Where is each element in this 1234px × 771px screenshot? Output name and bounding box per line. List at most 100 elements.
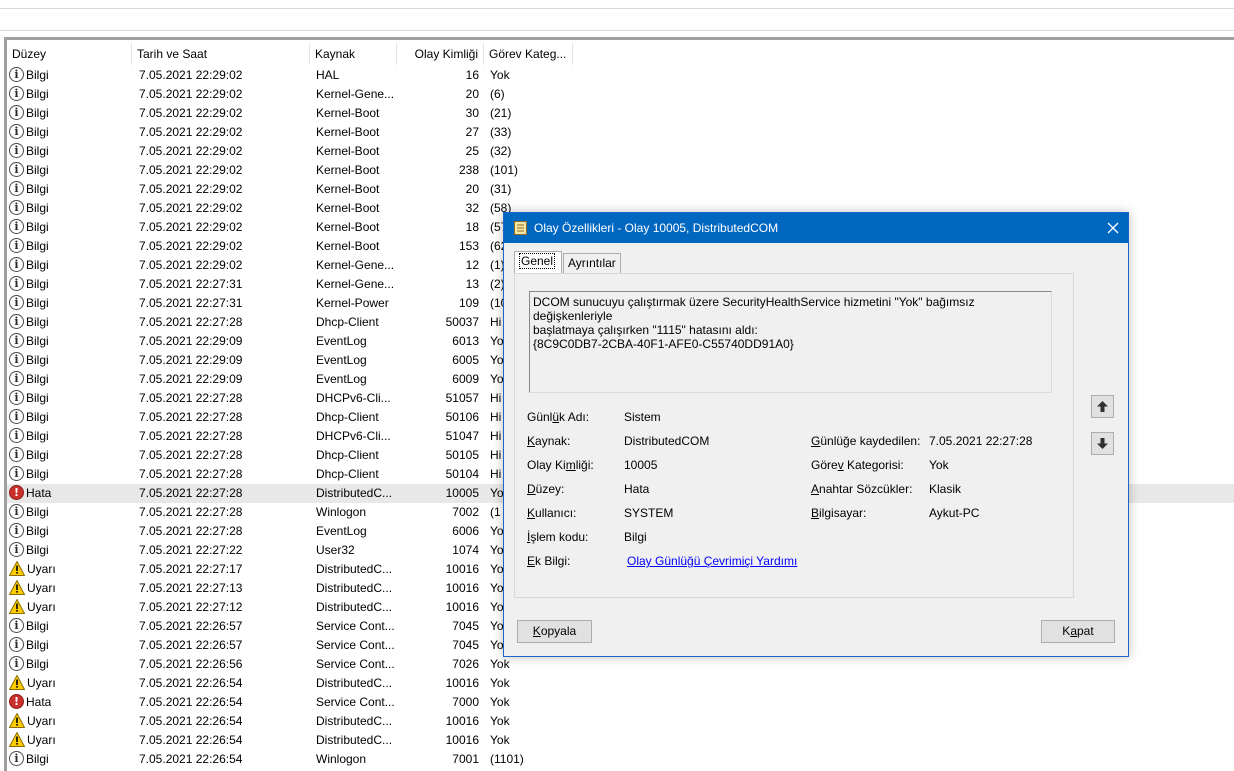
info-icon: i [9,371,24,387]
table-row[interactable]: i Bilgi 7.05.2021 22:26:54 Winlogon 7001 (110… [7,750,1234,769]
cell-event-id: 32 [465,201,479,215]
table-row[interactable]: i Bilgi 7.05.2021 22:29:02 Kernel-Boot 27 (33… [7,123,1234,142]
cell-event-id: 51057 [445,391,479,405]
cell-level: ! Hata [9,693,133,712]
cell-source: DistributedC... [316,562,393,576]
label-user: Kullanıcı: [527,506,577,520]
table-row[interactable]: ! Hata 7.05.2021 22:26:54 Service Cont... 70… [7,693,1234,712]
info-icon: i [9,542,24,558]
label-event-id: Olay Kimliği: [527,458,594,472]
column-header-level[interactable]: Düzey [7,43,132,65]
column-header-event-id[interactable]: Olay Kimliği [397,43,484,65]
table-row[interactable]: Uyarı 7.05.2021 22:26:54 DistributedC... 10… [7,731,1234,750]
warning-icon [9,561,25,577]
cell-source: DHCPv6-Cli... [316,429,391,443]
level-text: Bilgi [26,239,49,253]
cell-level: i Bilgi [9,218,133,237]
column-header-category[interactable]: Görev Kateg... [484,43,573,65]
cell-level: Uyarı [9,560,133,579]
table-row[interactable]: i Bilgi 7.05.2021 22:29:02 Kernel-Boot 20 (31… [7,180,1234,199]
table-row[interactable]: i Bilgi 7.05.2021 22:26:56 Service Cont... 7… [7,655,1234,674]
warning-icon [9,732,25,748]
cell-datetime: 7.05.2021 22:27:31 [139,296,243,310]
cell-event-id: 6005 [452,353,479,367]
level-text: Bilgi [26,410,49,424]
divider [0,8,1234,9]
cell-level: i Bilgi [9,389,133,408]
info-icon: i [9,314,24,330]
cell-level: i Bilgi [9,237,133,256]
next-event-button[interactable] [1091,432,1114,455]
cell-datetime: 7.05.2021 22:26:54 [139,676,243,690]
cell-event-id: 10016 [445,676,479,690]
close-button[interactable]: Kapat [1041,620,1115,643]
cell-level: i Bilgi [9,275,133,294]
online-help-link[interactable]: Olay Günlüğü Çevrimiçi Yardımı [627,554,797,568]
level-text: Bilgi [26,391,49,405]
info-icon: i [9,219,24,235]
warning-icon [9,599,25,615]
level-text: Bilgi [26,505,49,519]
level-text: Uyarı [27,581,56,595]
tab-general[interactable]: Genel [514,251,562,273]
table-row[interactable]: i Bilgi 7.05.2021 22:29:02 HAL 16 Yok [7,66,1234,85]
level-text: Bilgi [26,372,49,386]
level-text: Bilgi [26,638,49,652]
column-header-datetime[interactable]: Tarih ve Saat [132,43,310,65]
info-icon: i [9,86,24,102]
cell-source: DistributedC... [316,733,393,747]
info-icon: i [9,656,24,672]
level-text: Bilgi [26,315,49,329]
cell-datetime: 7.05.2021 22:26:57 [139,619,243,633]
cell-level: i Bilgi [9,541,133,560]
previous-event-button[interactable] [1091,395,1114,418]
level-text: Uyarı [27,733,56,747]
cell-level: i Bilgi [9,427,133,446]
cell-category: Yok [490,695,510,709]
level-text: Bilgi [26,163,49,177]
cell-event-id: 10016 [445,600,479,614]
cell-level: i Bilgi [9,85,133,104]
cell-datetime: 7.05.2021 22:27:28 [139,486,243,500]
cell-event-id: 16 [465,68,479,82]
table-row[interactable]: i Bilgi 7.05.2021 22:29:02 Kernel-Boot 30 (21… [7,104,1234,123]
cell-level: i Bilgi [9,313,133,332]
cell-source: Dhcp-Client [316,448,379,462]
info-icon: i [9,295,24,311]
info-icon: i [9,409,24,425]
cell-source: Kernel-Gene... [316,87,395,101]
arrow-down-icon [1097,438,1108,449]
level-text: Bilgi [26,429,49,443]
cell-source: EventLog [316,334,367,348]
cell-event-id: 109 [458,296,479,310]
cell-event-id: 18 [465,220,479,234]
close-icon[interactable] [1098,213,1128,243]
column-header-source[interactable]: Kaynak [310,43,397,65]
event-description[interactable]: DCOM sunucuyu çalıştırmak üzere Security… [529,291,1052,393]
info-icon: i [9,143,24,159]
info-icon: i [9,200,24,216]
value-keywords: Klasik [929,482,962,496]
table-row[interactable]: Uyarı 7.05.2021 22:26:54 DistributedC... 10… [7,712,1234,731]
cell-level: i Bilgi [9,199,133,218]
table-row[interactable]: i Bilgi 7.05.2021 22:29:02 Kernel-Boot 238 (1… [7,161,1234,180]
table-row[interactable]: i Bilgi 7.05.2021 22:29:02 Kernel-Gene... 20… [7,85,1234,104]
cell-source: Kernel-Boot [316,144,380,158]
copy-button[interactable]: Kopyala [517,620,592,643]
cell-source: DistributedC... [316,676,393,690]
level-text: Bilgi [26,258,49,272]
cell-datetime: 7.05.2021 22:27:22 [139,543,243,557]
cell-event-id: 7001 [452,752,479,766]
value-task-category: Yok [929,458,949,472]
table-row[interactable]: Uyarı 7.05.2021 22:26:54 DistributedC... 10… [7,674,1234,693]
warning-icon [9,713,25,729]
level-text: Bilgi [26,353,49,367]
level-text: Bilgi [26,524,49,538]
info-icon: i [9,618,24,634]
cell-level: i Bilgi [9,522,133,541]
info-icon: i [9,67,24,83]
cell-event-id: 30 [465,106,479,120]
tab-details[interactable]: Ayrıntılar [563,253,621,273]
table-row[interactable]: i Bilgi 7.05.2021 22:29:02 Kernel-Boot 25 (32… [7,142,1234,161]
dialog-titlebar[interactable]: Olay Özellikleri - Olay 10005, Distribut… [504,213,1128,243]
